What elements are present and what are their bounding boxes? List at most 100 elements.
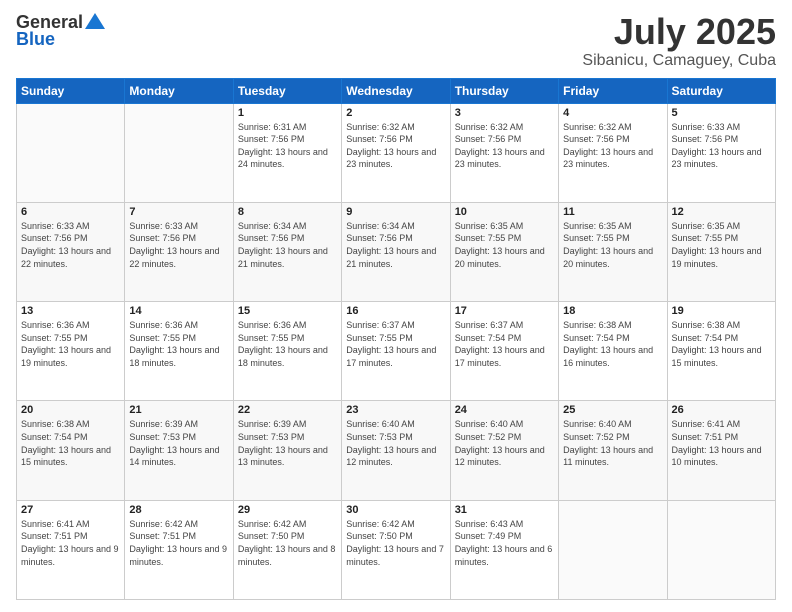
- day-number: 13: [21, 305, 120, 317]
- page: General Blue July 2025 Sibanicu, Camague…: [0, 0, 792, 612]
- table-row: 24Sunrise: 6:40 AMSunset: 7:52 PMDayligh…: [450, 401, 558, 500]
- table-row: 11 Sunrise: 6:35 AMSunset: 7:55 PMDayligh…: [559, 202, 667, 301]
- day-info: Sunrise: 6:40 AMSunset: 7:53 PMDaylight:…: [346, 418, 445, 468]
- title-block: July 2025 Sibanicu, Camaguey, Cuba: [582, 12, 776, 70]
- table-row: 8 Sunrise: 6:34 AMSunset: 7:56 PMDaylight…: [233, 202, 341, 301]
- day-number: 11: [563, 206, 662, 218]
- col-friday: Friday: [559, 78, 667, 103]
- day-info: Sunrise: 6:32 AMSunset: 7:56 PMDaylight:…: [563, 121, 662, 171]
- table-row: 2 Sunrise: 6:32 AMSunset: 7:56 PMDaylight…: [342, 103, 450, 202]
- table-row: 21 Sunrise: 6:39 AMSunset: 7:53 PMDayligh…: [125, 401, 233, 500]
- day-number: 23: [346, 404, 445, 416]
- logo-triangle-icon: [85, 11, 105, 31]
- day-number: 31: [455, 504, 554, 516]
- table-row: 16 Sunrise: 6:37 AMSunset: 7:55 PMDayligh…: [342, 302, 450, 401]
- table-row: 20 Sunrise: 6:38 AMSunset: 7:54 PMDayligh…: [17, 401, 125, 500]
- day-info: Sunrise: 6:36 AMSunset: 7:55 PMDaylight:…: [238, 319, 337, 369]
- col-saturday: Saturday: [667, 78, 775, 103]
- day-number: 10: [455, 206, 554, 218]
- day-number: 19: [672, 305, 771, 317]
- day-info: Sunrise: 6:42 AMSunset: 7:51 PMDaylight:…: [129, 518, 228, 568]
- day-number: 9: [346, 206, 445, 218]
- table-row: 6 Sunrise: 6:33 AMSunset: 7:56 PMDaylight…: [17, 202, 125, 301]
- table-row: 18 Sunrise: 6:38 AMSunset: 7:54 PMDayligh…: [559, 302, 667, 401]
- col-wednesday: Wednesday: [342, 78, 450, 103]
- day-number: 8: [238, 206, 337, 218]
- header: General Blue July 2025 Sibanicu, Camague…: [16, 12, 776, 70]
- day-number: 24: [455, 404, 554, 416]
- col-tuesday: Tuesday: [233, 78, 341, 103]
- day-number: 2: [346, 107, 445, 119]
- table-row: [17, 103, 125, 202]
- week-row-2: 6 Sunrise: 6:33 AMSunset: 7:56 PMDaylight…: [17, 202, 776, 301]
- day-number: 3: [455, 107, 554, 119]
- col-monday: Monday: [125, 78, 233, 103]
- day-info: Sunrise: 6:37 AMSunset: 7:54 PMDaylight:…: [455, 319, 554, 369]
- day-info: Sunrise: 6:42 AMSunset: 7:50 PMDaylight:…: [238, 518, 337, 568]
- table-row: 14 Sunrise: 6:36 AMSunset: 7:55 PMDayligh…: [125, 302, 233, 401]
- day-info: Sunrise: 6:38 AMSunset: 7:54 PMDaylight:…: [21, 418, 120, 468]
- day-number: 6: [21, 206, 120, 218]
- day-number: 26: [672, 404, 771, 416]
- table-row: 28 Sunrise: 6:42 AMSunset: 7:51 PMDayligh…: [125, 500, 233, 599]
- day-number: 5: [672, 107, 771, 119]
- table-row: 12Sunrise: 6:35 AMSunset: 7:55 PMDayligh…: [667, 202, 775, 301]
- table-row: 25Sunrise: 6:40 AMSunset: 7:52 PMDayligh…: [559, 401, 667, 500]
- table-row: 13Sunrise: 6:36 AMSunset: 7:55 PMDayligh…: [17, 302, 125, 401]
- table-row: 5 Sunrise: 6:33 AMSunset: 7:56 PMDaylight…: [667, 103, 775, 202]
- day-info: Sunrise: 6:35 AMSunset: 7:55 PMDaylight:…: [455, 220, 554, 270]
- day-number: 1: [238, 107, 337, 119]
- table-row: 19 Sunrise: 6:38 AMSunset: 7:54 PMDayligh…: [667, 302, 775, 401]
- day-number: 15: [238, 305, 337, 317]
- day-info: Sunrise: 6:38 AMSunset: 7:54 PMDaylight:…: [563, 319, 662, 369]
- day-info: Sunrise: 6:39 AMSunset: 7:53 PMDaylight:…: [238, 418, 337, 468]
- day-info: Sunrise: 6:32 AMSunset: 7:56 PMDaylight:…: [346, 121, 445, 171]
- day-number: 7: [129, 206, 228, 218]
- day-info: Sunrise: 6:31 AMSunset: 7:56 PMDaylight:…: [238, 121, 337, 171]
- calendar-title: July 2025: [582, 12, 776, 52]
- day-number: 20: [21, 404, 120, 416]
- day-number: 17: [455, 305, 554, 317]
- table-row: [667, 500, 775, 599]
- day-info: Sunrise: 6:33 AMSunset: 7:56 PMDaylight:…: [21, 220, 120, 270]
- day-number: 21: [129, 404, 228, 416]
- day-number: 4: [563, 107, 662, 119]
- day-info: Sunrise: 6:33 AMSunset: 7:56 PMDaylight:…: [129, 220, 228, 270]
- day-number: 18: [563, 305, 662, 317]
- day-info: Sunrise: 6:34 AMSunset: 7:56 PMDaylight:…: [238, 220, 337, 270]
- table-row: 27Sunrise: 6:41 AMSunset: 7:51 PMDayligh…: [17, 500, 125, 599]
- day-info: Sunrise: 6:39 AMSunset: 7:53 PMDaylight:…: [129, 418, 228, 468]
- day-info: Sunrise: 6:32 AMSunset: 7:56 PMDaylight:…: [455, 121, 554, 171]
- table-row: 26Sunrise: 6:41 AMSunset: 7:51 PMDayligh…: [667, 401, 775, 500]
- table-row: 3 Sunrise: 6:32 AMSunset: 7:56 PMDaylight…: [450, 103, 558, 202]
- day-info: Sunrise: 6:36 AMSunset: 7:55 PMDaylight:…: [129, 319, 228, 369]
- table-row: 31Sunrise: 6:43 AMSunset: 7:49 PMDayligh…: [450, 500, 558, 599]
- day-number: 29: [238, 504, 337, 516]
- day-number: 27: [21, 504, 120, 516]
- table-row: [559, 500, 667, 599]
- day-number: 14: [129, 305, 228, 317]
- table-row: 22 Sunrise: 6:39 AMSunset: 7:53 PMDayligh…: [233, 401, 341, 500]
- logo: General Blue: [16, 12, 105, 50]
- calendar-table: Sunday Monday Tuesday Wednesday Thursday…: [16, 78, 776, 600]
- calendar-subtitle: Sibanicu, Camaguey, Cuba: [582, 52, 776, 70]
- col-sunday: Sunday: [17, 78, 125, 103]
- day-info: Sunrise: 6:34 AMSunset: 7:56 PMDaylight:…: [346, 220, 445, 270]
- day-number: 28: [129, 504, 228, 516]
- table-row: 17 Sunrise: 6:37 AMSunset: 7:54 PMDayligh…: [450, 302, 558, 401]
- table-row: 9 Sunrise: 6:34 AMSunset: 7:56 PMDaylight…: [342, 202, 450, 301]
- weekday-header-row: Sunday Monday Tuesday Wednesday Thursday…: [17, 78, 776, 103]
- table-row: 15 Sunrise: 6:36 AMSunset: 7:55 PMDayligh…: [233, 302, 341, 401]
- day-number: 16: [346, 305, 445, 317]
- week-row-5: 27Sunrise: 6:41 AMSunset: 7:51 PMDayligh…: [17, 500, 776, 599]
- day-info: Sunrise: 6:38 AMSunset: 7:54 PMDaylight:…: [672, 319, 771, 369]
- day-number: 25: [563, 404, 662, 416]
- day-info: Sunrise: 6:35 AMSunset: 7:55 PMDaylight:…: [563, 220, 662, 270]
- day-number: 22: [238, 404, 337, 416]
- week-row-3: 13 Sunrise: 6:36 AMSunset: 7:55 PMDayligh…: [17, 302, 776, 401]
- day-info: Sunrise: 6:42 AMSunset: 7:50 PMDaylight:…: [346, 518, 445, 568]
- day-info: Sunrise: 6:37 AMSunset: 7:55 PMDaylight:…: [346, 319, 445, 369]
- table-row: [125, 103, 233, 202]
- day-info: Sunrise: 6:33 AMSunset: 7:56 PMDaylight:…: [672, 121, 771, 171]
- logo-blue-text: Blue: [16, 29, 55, 50]
